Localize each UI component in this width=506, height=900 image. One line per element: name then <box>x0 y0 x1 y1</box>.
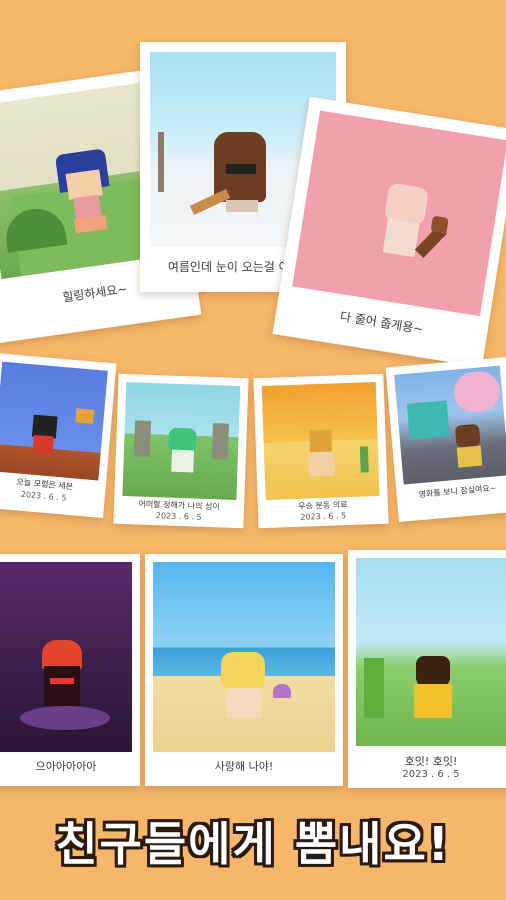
photo-field <box>356 558 506 746</box>
photo-green <box>122 382 241 500</box>
photo-card-field[interactable]: 호잇! 호잇! 2023 . 6 . 5 <box>348 550 506 788</box>
photo-card-green[interactable]: 어떠할 정해가 나의 섬이 2023 . 6 . 5 <box>113 373 249 529</box>
photo-mario <box>0 361 108 481</box>
yellow-suit-character <box>416 656 450 686</box>
photo-beach <box>153 562 335 752</box>
card-caption: 사랑해 나야! <box>214 760 274 773</box>
photo-card-mario[interactable]: 오늘 모험은 세븐 2023 . 6 . 5 <box>0 352 117 519</box>
tagline: 친구들에게 뽐내요! <box>55 817 451 871</box>
photo-card-desert[interactable]: 우승 분동 의료 2023 . 6 . 5 <box>253 373 389 529</box>
photo-card-beach[interactable]: 사랑해 나야! <box>145 554 343 786</box>
photo-card-dark[interactable]: 으아아아아아 <box>0 554 140 786</box>
photo-pink <box>292 110 506 317</box>
blonde-character <box>221 652 265 692</box>
photo-card-bus[interactable]: 영화를 보니 잠실여요~ <box>385 356 506 523</box>
photo-desert <box>261 382 380 500</box>
golden-character <box>309 429 333 453</box>
card-date: 2023 . 6 . 5 <box>402 769 460 780</box>
card-caption: 호잇! 호잇! <box>404 755 458 768</box>
photo-bus <box>394 365 506 485</box>
photo-dark <box>0 562 132 752</box>
bear-character <box>454 423 481 448</box>
card-caption: 영화를 보니 잠실여요~ <box>418 483 497 500</box>
card-caption: 으아아아아아 <box>35 760 97 773</box>
photo-card-pink[interactable]: 다 줄어 줍게용~ <box>272 96 506 368</box>
